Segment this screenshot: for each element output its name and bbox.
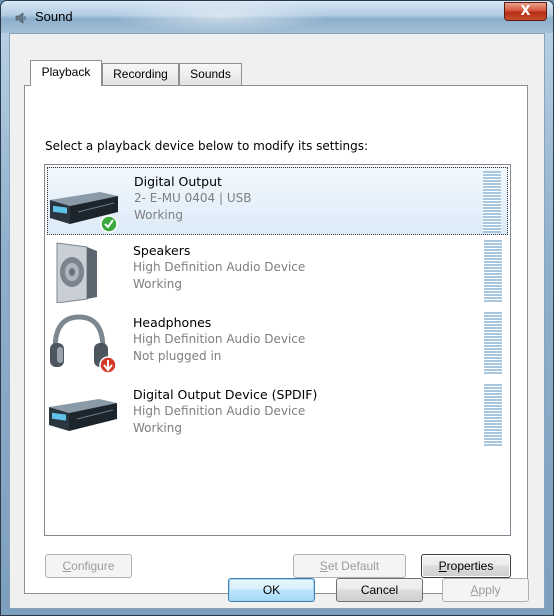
device-description: High Definition Audio Device xyxy=(133,260,306,274)
tab-recording[interactable]: Recording xyxy=(102,63,179,85)
speaker-icon xyxy=(56,242,97,303)
ok-button[interactable]: OK xyxy=(228,578,315,602)
device-name: Digital Output Device (SPDIF) xyxy=(133,387,318,402)
tab-playback[interactable]: Playback xyxy=(30,60,102,86)
playback-tab-panel: Select a playback device below to modify… xyxy=(24,85,528,594)
playback-device-list[interactable]: Digital Output 2- E-MU 0404 | USB Workin… xyxy=(44,164,511,536)
tab-playback-label: Playback xyxy=(41,65,91,79)
speaker-volume-icon xyxy=(15,12,26,24)
device-status: Working xyxy=(134,208,183,222)
tab-sounds[interactable]: Sounds xyxy=(179,63,242,85)
window-title: Sound xyxy=(35,9,73,24)
device-status: Working xyxy=(133,277,182,291)
properties-access-key: P xyxy=(438,559,447,573)
set-default-button[interactable]: Set Default xyxy=(293,554,406,578)
apply-label: pply xyxy=(478,583,501,597)
device-item-speakers[interactable]: Speakers High Definition Audio Device Wo… xyxy=(47,237,508,305)
volume-level-meter xyxy=(483,171,501,233)
device-status: Not plugged in xyxy=(133,349,222,363)
apply-button[interactable]: Apply xyxy=(442,578,529,602)
device-item-digital-output[interactable]: Digital Output 2- E-MU 0404 | USB Workin… xyxy=(47,167,508,235)
digital-output-device-icon xyxy=(49,399,117,431)
set-default-access-key: S xyxy=(319,559,328,573)
configure-button[interactable]: Configure xyxy=(45,554,132,578)
instruction-text: Select a playback device below to modify… xyxy=(45,139,369,153)
tab-recording-label: Recording xyxy=(113,67,168,81)
device-item-headphones[interactable]: Headphones High Definition Audio Device … xyxy=(47,309,508,377)
properties-label: roperties xyxy=(446,559,494,573)
headphones-icon xyxy=(50,314,117,374)
device-description: 2- E-MU 0404 | USB xyxy=(134,191,252,205)
digital-output-device-icon xyxy=(50,192,118,233)
sound-dialog-window: Sound X Playback Recording Sounds Select… xyxy=(0,0,554,616)
set-default-label: et Default xyxy=(327,559,380,573)
title-bar[interactable]: Sound X xyxy=(1,1,553,33)
device-description: High Definition Audio Device xyxy=(133,404,306,418)
cancel-label: Cancel xyxy=(360,583,399,597)
device-status: Working xyxy=(133,421,182,435)
device-name: Digital Output xyxy=(134,174,222,189)
configure-access-key: C xyxy=(62,559,72,573)
close-button[interactable]: X xyxy=(504,2,547,21)
configure-label: onfigure xyxy=(71,559,115,573)
cancel-button[interactable]: Cancel xyxy=(336,578,423,602)
ok-label: OK xyxy=(262,583,281,597)
device-description: High Definition Audio Device xyxy=(133,332,306,346)
volume-level-meter xyxy=(484,240,502,302)
close-icon: X xyxy=(520,4,531,19)
apply-access-key: A xyxy=(470,583,479,597)
device-name: Speakers xyxy=(133,243,191,258)
volume-level-meter xyxy=(484,384,502,446)
device-item-digital-output-spdif[interactable]: Digital Output Device (SPDIF) High Defin… xyxy=(47,381,508,449)
volume-level-meter xyxy=(484,312,502,374)
device-name: Headphones xyxy=(133,315,212,330)
tab-sounds-label: Sounds xyxy=(190,67,231,81)
dialog-client-area: Playback Recording Sounds Select a playb… xyxy=(9,33,545,609)
properties-button[interactable]: Properties xyxy=(421,554,511,578)
